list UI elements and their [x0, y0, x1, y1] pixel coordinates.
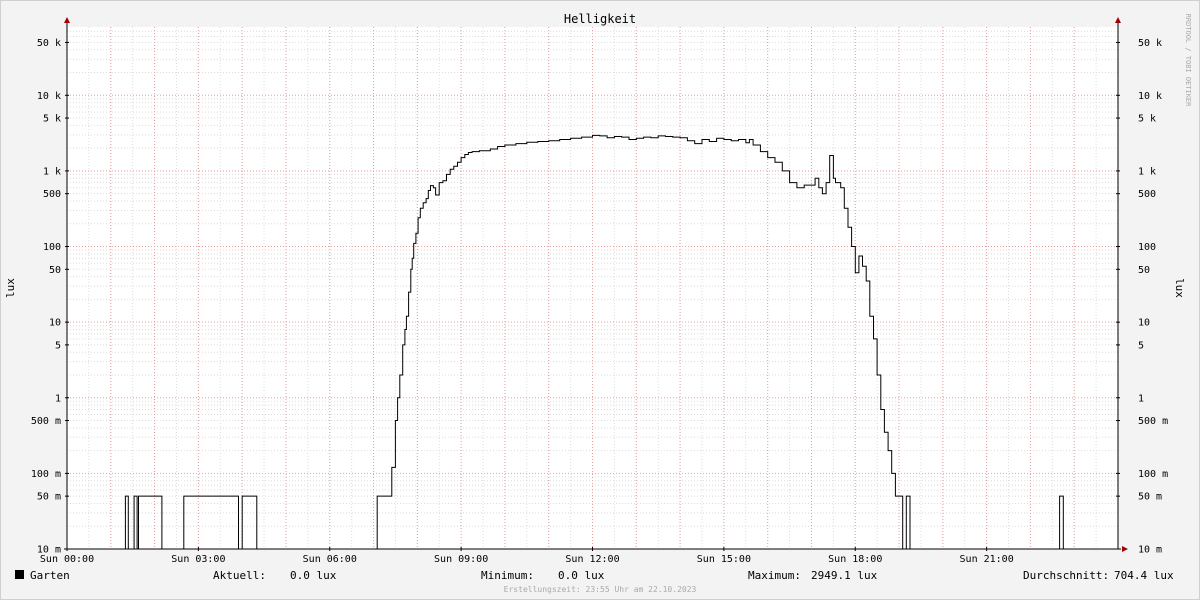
y-axis-label-right: lux: [1173, 278, 1186, 298]
stat-maximum-label: Maximum:: [748, 569, 801, 582]
y-tick-label-left: 1: [55, 393, 61, 404]
stat-current-label: Aktuell:: [213, 569, 266, 582]
y-tick-label-left: 5 k: [43, 114, 61, 125]
x-tick-label: Sun 15:00: [697, 554, 751, 565]
y-tick-label-left: 100 m: [31, 469, 61, 480]
y-tick-label-right: 1: [1138, 393, 1144, 404]
y-tick-label-right: 50 k: [1138, 38, 1162, 49]
y-tick-label-left: 10 k: [37, 91, 61, 102]
y-tick-label-right: 5: [1138, 340, 1144, 351]
y-tick-label-right: 10: [1138, 318, 1150, 329]
timestamp: Erstellungszeit: 23:55 Uhr am 22.10.2023: [504, 585, 697, 594]
x-tick-label: Sun 00:00: [40, 554, 94, 565]
y-tick-label-left: 50: [49, 265, 61, 276]
y-tick-label-right: 5 k: [1138, 114, 1156, 125]
stat-maximum-value: 2949.1 lux: [811, 569, 878, 582]
y-tick-label-right: 10 k: [1138, 91, 1162, 102]
x-tick-label: Sun 03:00: [171, 554, 225, 565]
x-tick-label: Sun 12:00: [565, 554, 619, 565]
y-tick-label-right: 500 m: [1138, 416, 1168, 427]
chart-title: Helligkeit: [564, 12, 636, 26]
y-tick-label-left: 10: [49, 318, 61, 329]
y-tick-label-right: 50 m: [1138, 492, 1162, 503]
y-tick-label-right: 50: [1138, 265, 1150, 276]
y-tick-label-left: 1 k: [43, 166, 61, 177]
y-tick-label-left: 500 m: [31, 416, 61, 427]
y-tick-label-right: 500: [1138, 189, 1156, 200]
y-tick-label-left: 100: [43, 242, 61, 253]
stat-minimum-label: Minimum:: [481, 569, 534, 582]
brightness-chart: 10 m 50 m 100 m 500 m 1 5 10 50 100 500 1 k 5 k 10 k…: [0, 0, 1200, 600]
watermark: RRDTOOL / TOBI OETIKER: [1184, 14, 1192, 108]
y-tick-label-right: 1 k: [1138, 166, 1156, 177]
stat-minimum-value: 0.0 lux: [558, 569, 605, 582]
y-tick-label-left: 50 m: [37, 492, 61, 503]
x-tick-label: Sun 21:00: [960, 554, 1014, 565]
legend-series-name: Garten: [30, 569, 70, 582]
y-tick-label-right: 10 m: [1138, 545, 1162, 556]
legend-swatch: [15, 570, 24, 579]
y-axis-label-left: lux: [4, 278, 17, 298]
y-tick-label-left: 500: [43, 189, 61, 200]
x-tick-label: Sun 18:00: [828, 554, 882, 565]
stat-average-value: 704.4 lux: [1114, 569, 1174, 582]
y-tick-label-right: 100: [1138, 242, 1156, 253]
y-tick-label-left: 50 k: [37, 38, 61, 49]
y-tick-label-right: 100 m: [1138, 469, 1168, 480]
stat-average-label: Durchschnitt:: [1023, 569, 1109, 582]
y-tick-label-left: 5: [55, 340, 61, 351]
x-tick-label: Sun 06:00: [303, 554, 357, 565]
x-tick-label: Sun 09:00: [434, 554, 488, 565]
stat-current-value: 0.0 lux: [290, 569, 337, 582]
